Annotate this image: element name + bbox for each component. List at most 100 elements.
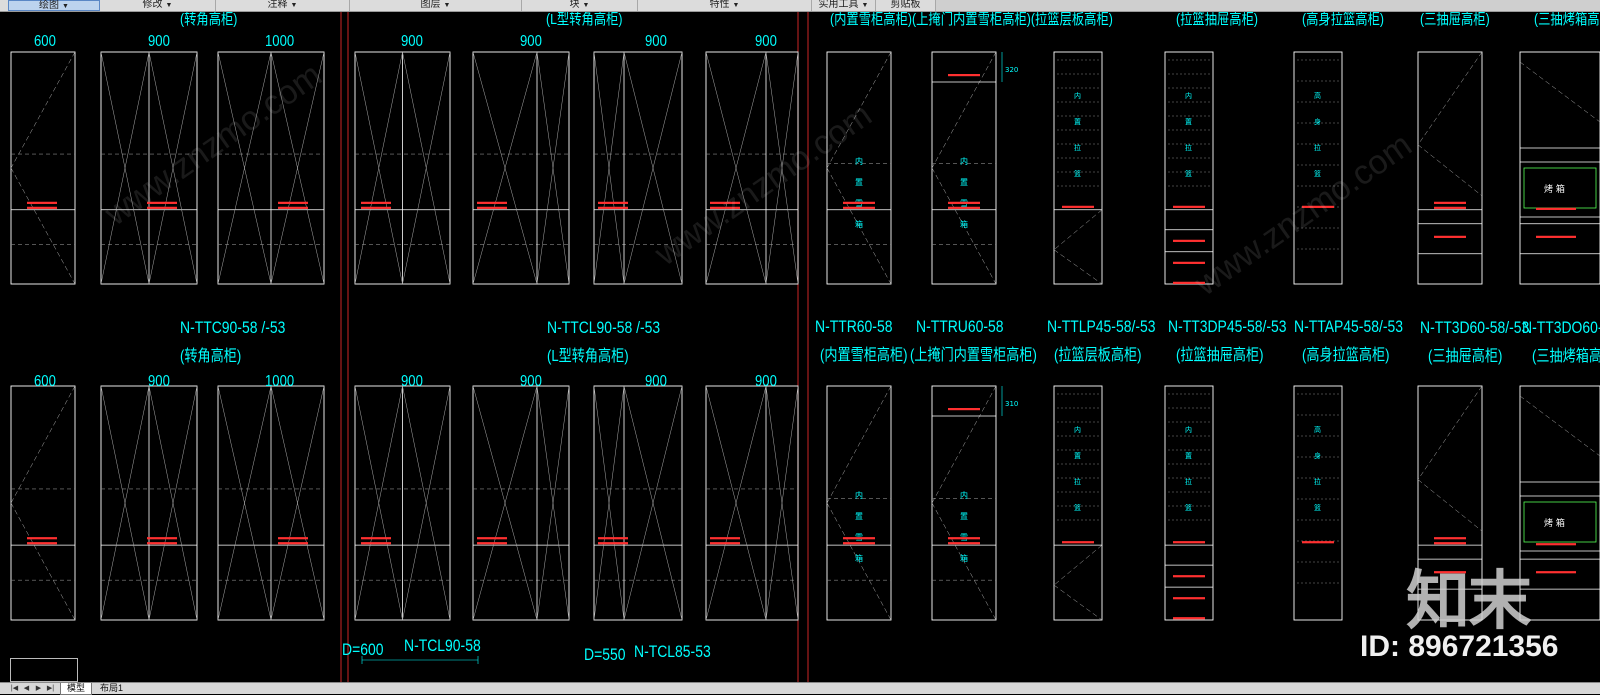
dimension-label: 900 — [520, 33, 542, 50]
watermark-id: ID: 896721356 — [1360, 630, 1559, 663]
handle-mark — [361, 206, 391, 209]
cabinet-code: N-TT3DO60- — [1522, 318, 1600, 337]
oven-label: 烤 箱 — [1544, 183, 1565, 195]
last-tab-icon[interactable]: ▶| — [46, 684, 55, 693]
dimension-label: 900 — [645, 33, 667, 50]
tab-model[interactable]: 模型 — [60, 683, 93, 695]
door-swing — [1519, 395, 1600, 457]
inner-text: 内 — [960, 156, 968, 166]
cabinet-code: N-TT3DP45-58/-53 — [1168, 317, 1287, 336]
handle-mark — [948, 537, 980, 540]
handle-mark — [843, 201, 875, 204]
cabinet-code: N-TTC90-58 /-53 — [180, 318, 286, 337]
panel-block-button[interactable]: 块 ▼ — [522, 0, 638, 11]
prev-tab-icon[interactable]: ◀ — [22, 684, 31, 693]
panel-annotate-button[interactable]: 注释 ▼ — [216, 0, 350, 11]
handle-mark — [477, 206, 507, 209]
door-swing — [10, 502, 76, 621]
cabinet-outline — [931, 385, 997, 621]
cabinet-outline — [1164, 51, 1214, 285]
handle-mark — [948, 542, 980, 545]
inner-text: 置 — [855, 512, 863, 521]
panel-draw-button[interactable]: 绘图 ▼ — [8, 0, 100, 11]
inner-text: 内 — [855, 490, 863, 500]
handle-mark — [1173, 239, 1205, 242]
handle-mark — [1173, 617, 1205, 620]
chevron-down-icon: ▼ — [732, 2, 740, 9]
handle-mark — [598, 206, 628, 209]
handle-mark — [147, 537, 177, 540]
handle-mark — [361, 537, 391, 540]
cabinet-outline — [826, 385, 892, 621]
depth-label: D=550 — [584, 645, 626, 664]
door-swing — [1417, 385, 1483, 480]
handle-mark — [361, 542, 391, 545]
handle-mark — [27, 206, 57, 209]
top-caption: (内置雪柜高柜)(上掩门内置雪柜高柜)(拉篮层板高柜) — [830, 12, 1113, 28]
inner-text: 篮 — [1314, 169, 1321, 178]
layout-tab-bar: |◀ ◀ ▶ ▶| 模型 布局1 — [0, 682, 1600, 695]
handle-mark — [27, 537, 57, 540]
cabinet-outline — [826, 51, 892, 285]
handle-mark — [278, 206, 308, 209]
depth-label: D=600 — [342, 640, 384, 659]
door-swing — [1053, 249, 1103, 285]
inner-text: 篮 — [1314, 503, 1321, 512]
dimension-text: 310 — [1005, 400, 1018, 408]
cabinet-outline — [10, 385, 76, 621]
cabinet-outline — [472, 385, 570, 621]
inner-text: 置 — [1074, 452, 1081, 460]
first-tab-icon[interactable]: |◀ — [10, 684, 19, 693]
panel-utilities-button[interactable]: 实用工具 ▼ — [812, 0, 876, 11]
chevron-down-icon: ▼ — [165, 2, 173, 9]
panel-clipboard-button[interactable]: 剪贴板 — [876, 0, 936, 11]
cabinet-desc: (转角高柜) — [180, 348, 242, 365]
tab-layout1[interactable]: 布局1 — [94, 683, 129, 694]
handle-mark — [598, 201, 628, 204]
cabinet-outline — [705, 385, 799, 621]
ribbon-panel-bar: 绘图 ▼ 修改 ▼ 注释 ▼ 图层 ▼ 块 ▼ 特性 ▼ 实用工具 ▼ 剪贴板 — [0, 0, 1600, 12]
next-tab-icon[interactable]: ▶ — [34, 684, 43, 693]
cabinet-outline — [1053, 51, 1103, 285]
inner-text: 拉 — [1314, 477, 1321, 486]
door-swing — [1417, 479, 1483, 532]
inner-text: 置 — [1185, 452, 1192, 460]
cabinet-outline — [1519, 385, 1600, 621]
dimension-label: 1000 — [265, 373, 295, 390]
handle-mark — [1302, 541, 1334, 544]
dimension-text: 320 — [1005, 66, 1018, 74]
door-swing — [931, 385, 997, 504]
handle-mark — [1536, 543, 1576, 546]
panel-modify-button[interactable]: 修改 ▼ — [100, 0, 216, 11]
door-swing — [1053, 544, 1103, 586]
inner-text: 箱 — [855, 553, 863, 563]
drawing-canvas[interactable]: 内置雪箱320内置雪箱内置拉篮内置拉篮高身拉篮烤 箱内置雪箱310内置雪箱内置拉… — [8, 12, 1600, 682]
panel-utilities-label: 实用工具 — [818, 0, 859, 10]
inner-text: 拉 — [1074, 143, 1081, 152]
dimension-label: 900 — [645, 373, 667, 390]
door-swing — [1053, 209, 1103, 250]
handle-mark — [477, 537, 507, 540]
handle-mark — [1434, 206, 1466, 209]
door-swing — [10, 385, 76, 504]
handle-mark — [1062, 205, 1094, 208]
handle-mark — [278, 201, 308, 204]
cabinet-code: N-TT3D60-58/-53 — [1420, 318, 1530, 337]
panel-layers-button[interactable]: 图层 ▼ — [350, 0, 522, 11]
dimension-label: 1000 — [265, 33, 295, 50]
inner-text: 身 — [1314, 117, 1321, 126]
cabinet-desc: (上掩门内置雪柜高柜) — [910, 347, 1037, 364]
inner-text: 箱 — [960, 219, 968, 229]
panel-layers-label: 图层 — [420, 0, 441, 10]
viewport-thumbnail — [10, 658, 78, 682]
panel-properties-button[interactable]: 特性 ▼ — [638, 0, 812, 11]
inner-text: 置 — [855, 178, 863, 187]
panel-modify-label: 修改 — [142, 0, 163, 10]
door-swing — [10, 51, 76, 169]
cabinet-code: N-TTLP45-58/-53 — [1047, 317, 1156, 336]
panel-annotate-label: 注释 — [267, 0, 288, 10]
handle-mark — [1062, 541, 1094, 544]
dimension-label: 600 — [34, 373, 56, 390]
inner-text: 拉 — [1074, 477, 1081, 486]
handle-mark — [598, 537, 628, 540]
